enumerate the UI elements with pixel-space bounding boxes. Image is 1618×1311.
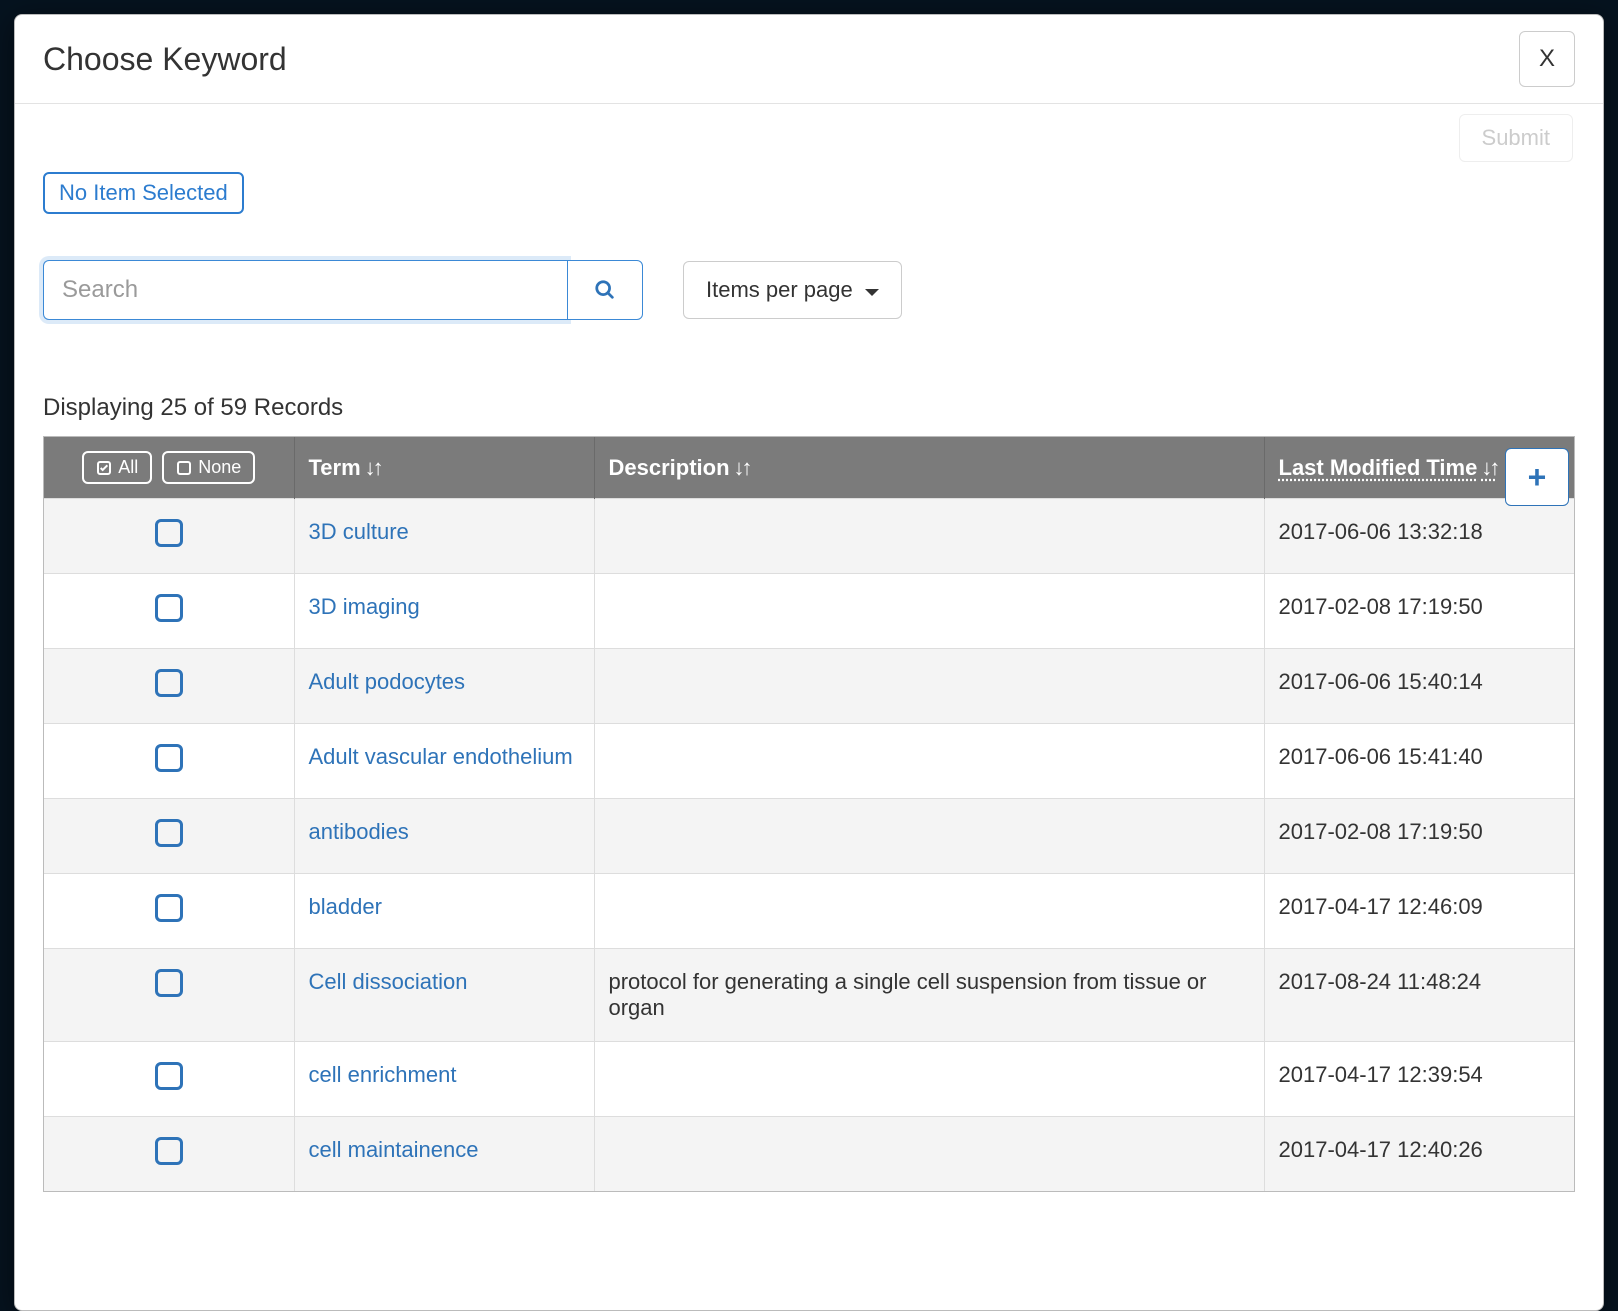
row-term-cell: Adult vascular endothelium xyxy=(294,724,594,799)
column-header-term[interactable]: Term↓↑ xyxy=(294,437,594,499)
term-link[interactable]: cell enrichment xyxy=(309,1062,457,1087)
column-header-select: All None xyxy=(44,437,294,499)
select-all-button[interactable]: All xyxy=(82,451,152,484)
choose-keyword-modal: Choose Keyword X Submit No Item Selected… xyxy=(14,14,1604,1311)
term-link[interactable]: antibodies xyxy=(309,819,409,844)
row-last-modified-cell: 2017-06-06 13:32:18 xyxy=(1264,499,1574,574)
row-checkbox[interactable] xyxy=(155,669,183,697)
add-button[interactable]: + xyxy=(1505,448,1569,506)
row-last-modified-cell: 2017-06-06 15:40:14 xyxy=(1264,649,1574,724)
row-checkbox[interactable] xyxy=(155,819,183,847)
row-term-cell: Adult podocytes xyxy=(294,649,594,724)
modal-title: Choose Keyword xyxy=(43,41,287,78)
row-select-cell xyxy=(44,499,294,574)
row-description-cell xyxy=(594,574,1264,649)
table-row: cell maintainence 2017-04-17 12:40:26 xyxy=(44,1117,1574,1192)
term-link[interactable]: 3D culture xyxy=(309,519,409,544)
row-term-cell: bladder xyxy=(294,874,594,949)
row-last-modified-cell: 2017-04-17 12:39:54 xyxy=(1264,1042,1574,1117)
row-term-cell: cell maintainence xyxy=(294,1117,594,1192)
items-per-page-button[interactable]: Items per page xyxy=(683,261,902,319)
column-header-description[interactable]: Description↓↑ xyxy=(594,437,1264,499)
row-last-modified-cell: 2017-06-06 15:41:40 xyxy=(1264,724,1574,799)
row-description-cell xyxy=(594,1117,1264,1192)
search-group xyxy=(43,260,643,320)
term-link[interactable]: cell maintainence xyxy=(309,1137,479,1162)
selection-pill[interactable]: No Item Selected xyxy=(43,172,244,214)
row-select-cell xyxy=(44,949,294,1042)
search-input[interactable] xyxy=(43,260,567,320)
table-row: antibodies 2017-02-08 17:19:50 xyxy=(44,799,1574,874)
sort-icon: ↓↑ xyxy=(365,455,381,480)
submit-button[interactable]: Submit xyxy=(1459,114,1573,162)
row-last-modified-cell: 2017-08-24 11:48:24 xyxy=(1264,949,1574,1042)
row-description-cell xyxy=(594,724,1264,799)
term-link[interactable]: 3D imaging xyxy=(309,594,420,619)
table-row: Adult podocytes 2017-06-06 15:40:14 xyxy=(44,649,1574,724)
row-description-cell: protocol for generating a single cell su… xyxy=(594,949,1264,1042)
row-checkbox[interactable] xyxy=(155,594,183,622)
modal-header: Choose Keyword X xyxy=(15,15,1603,104)
records-count: Displaying 25 of 59 Records xyxy=(43,394,1575,422)
row-description-cell xyxy=(594,649,1264,724)
row-checkbox[interactable] xyxy=(155,894,183,922)
row-select-cell xyxy=(44,1117,294,1192)
sort-icon: ↓↑ xyxy=(1481,455,1497,480)
submit-label: Submit xyxy=(1482,125,1550,150)
row-term-cell: 3D culture xyxy=(294,499,594,574)
square-icon xyxy=(176,460,192,476)
close-button[interactable]: X xyxy=(1519,31,1575,87)
row-description-cell xyxy=(594,499,1264,574)
close-icon: X xyxy=(1539,45,1555,73)
search-button[interactable] xyxy=(567,260,643,320)
term-link[interactable]: bladder xyxy=(309,894,382,919)
table-row: bladder 2017-04-17 12:46:09 xyxy=(44,874,1574,949)
row-term-cell: Cell dissociation xyxy=(294,949,594,1042)
row-description-cell xyxy=(594,1042,1264,1117)
row-last-modified-cell: 2017-04-17 12:40:26 xyxy=(1264,1117,1574,1192)
table-row: 3D imaging 2017-02-08 17:19:50 xyxy=(44,574,1574,649)
table-row: 3D culture 2017-06-06 13:32:18 xyxy=(44,499,1574,574)
row-checkbox[interactable] xyxy=(155,1062,183,1090)
sort-icon: ↓↑ xyxy=(734,455,750,480)
results-table: All None Term↓↑ xyxy=(43,436,1575,1192)
row-select-cell xyxy=(44,574,294,649)
row-checkbox[interactable] xyxy=(155,744,183,772)
search-icon xyxy=(594,279,616,301)
modal-body: Submit No Item Selected Items per page +… xyxy=(15,104,1603,1310)
term-link[interactable]: Adult podocytes xyxy=(309,669,466,694)
items-per-page-label: Items per page xyxy=(706,277,853,303)
select-none-label: None xyxy=(198,457,241,478)
row-last-modified-cell: 2017-02-08 17:19:50 xyxy=(1264,574,1574,649)
chevron-down-icon xyxy=(865,289,879,296)
table-row: Cell dissociation protocol for generating… xyxy=(44,949,1574,1042)
row-term-cell: antibodies xyxy=(294,799,594,874)
select-all-label: All xyxy=(118,457,138,478)
plus-icon: + xyxy=(1528,461,1547,493)
row-description-cell xyxy=(594,799,1264,874)
check-icon xyxy=(96,460,112,476)
row-select-cell xyxy=(44,1042,294,1117)
row-checkbox[interactable] xyxy=(155,519,183,547)
table-row: Adult vascular endothelium 2017-06-06 15:… xyxy=(44,724,1574,799)
row-term-cell: 3D imaging xyxy=(294,574,594,649)
row-checkbox[interactable] xyxy=(155,1137,183,1165)
row-term-cell: cell enrichment xyxy=(294,1042,594,1117)
row-last-modified-cell: 2017-02-08 17:19:50 xyxy=(1264,799,1574,874)
row-select-cell xyxy=(44,649,294,724)
row-last-modified-cell: 2017-04-17 12:46:09 xyxy=(1264,874,1574,949)
row-description-cell xyxy=(594,874,1264,949)
table-row: cell enrichment 2017-04-17 12:39:54 xyxy=(44,1042,1574,1117)
row-select-cell xyxy=(44,799,294,874)
term-link[interactable]: Cell dissociation xyxy=(309,969,468,994)
select-none-button[interactable]: None xyxy=(162,451,255,484)
controls-row: Items per page xyxy=(43,260,1575,320)
term-link[interactable]: Adult vascular endothelium xyxy=(309,744,573,769)
row-checkbox[interactable] xyxy=(155,969,183,997)
row-select-cell xyxy=(44,724,294,799)
row-select-cell xyxy=(44,874,294,949)
